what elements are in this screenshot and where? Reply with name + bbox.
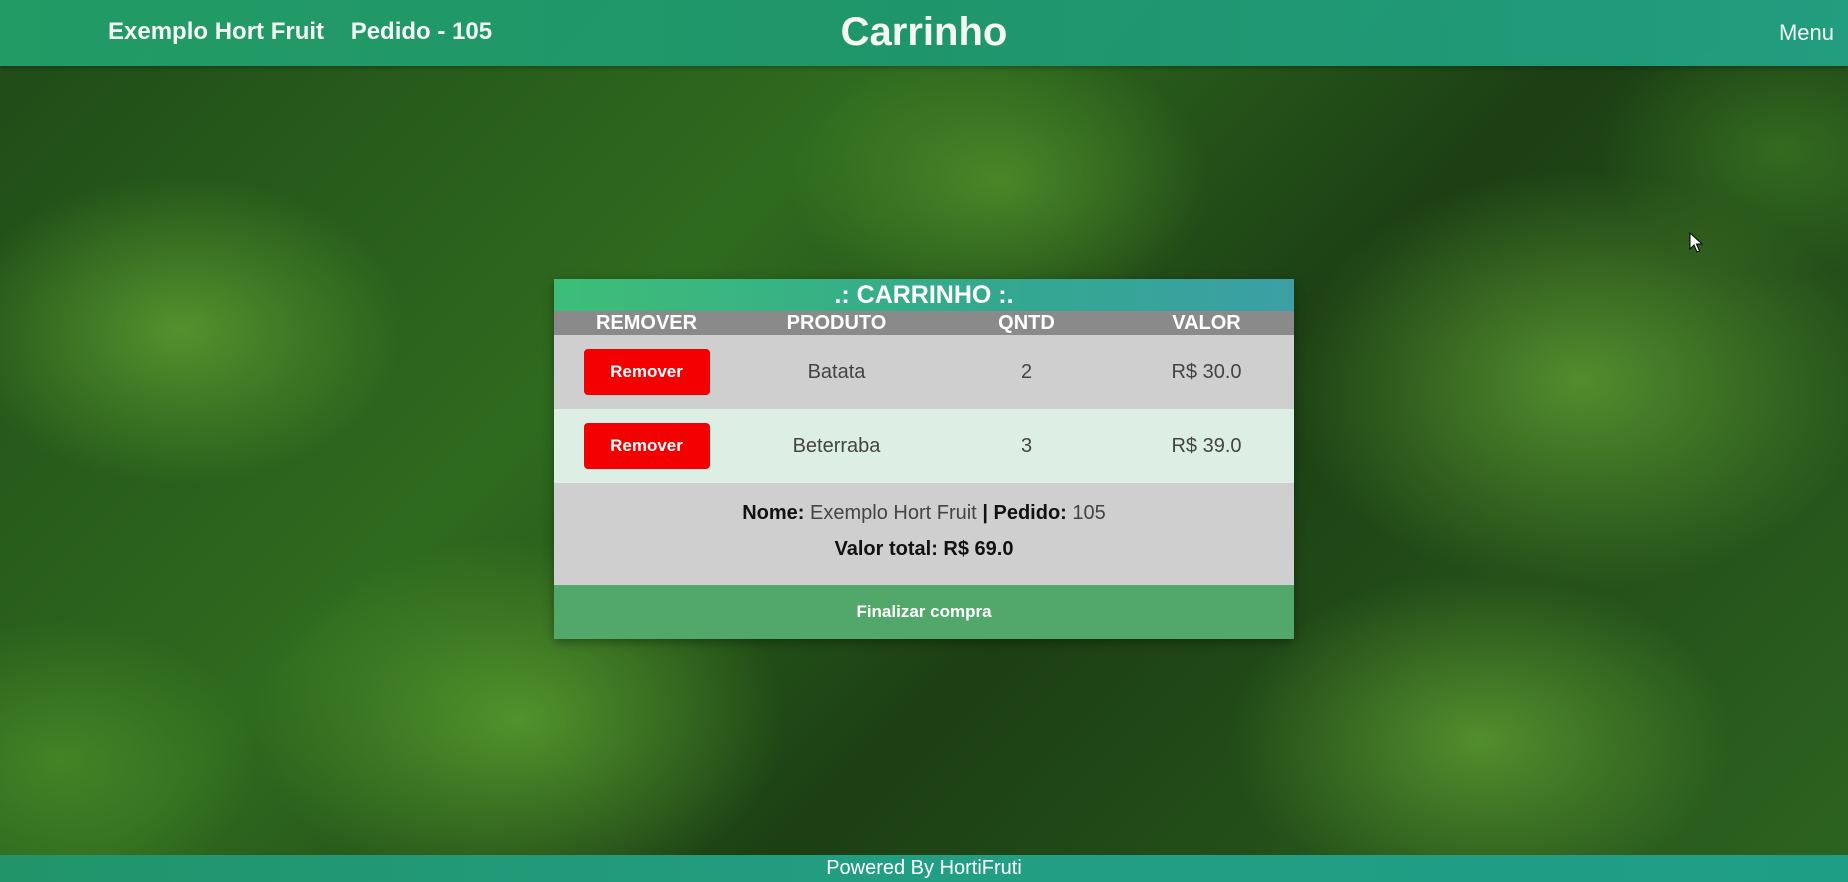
column-header-product: PRODUTO [786, 312, 887, 334]
order-label: Pedido: [993, 502, 1067, 524]
name-value: Exemplo Hort Fruit [810, 502, 977, 524]
summary-total-line: Valor total: R$ 69.0 [554, 529, 1294, 563]
column-header-value: VALOR [1172, 312, 1241, 334]
total-value: R$ 69.0 [943, 538, 1014, 560]
footer: Powered By HortiFruti [0, 855, 1848, 882]
finalize-purchase-button[interactable]: Finalizar compra [554, 585, 1294, 639]
product-name: Batata [807, 360, 866, 383]
separator: | [982, 502, 988, 524]
cart-panel: .: CARRINHO :. REMOVER PRODUTO QNTD VALO… [554, 279, 1294, 639]
menu-link[interactable]: Menu [1779, 20, 1834, 46]
order-value: 105 [1072, 502, 1106, 524]
remove-button[interactable]: Remover [583, 423, 710, 469]
table-row: Remover Batata 2 R$ 30.0 [554, 335, 1294, 409]
cart-table-header: REMOVER PRODUTO QNTD VALOR [554, 311, 1294, 335]
product-value: R$ 30.0 [1171, 360, 1242, 383]
page-title: Carrinho [840, 10, 1008, 54]
summary-customer-line: Nome: Exemplo Hort Fruit | Pedido: 105 [554, 497, 1294, 529]
name-label: Nome: [742, 502, 805, 524]
product-quantity: 2 [1020, 360, 1033, 383]
cart-summary: Nome: Exemplo Hort Fruit | Pedido: 105 V… [554, 483, 1294, 585]
column-header-quantity: QNTD [998, 312, 1055, 334]
page-background: Exemplo Hort Fruit Pedido - 105 Carrinho… [0, 0, 1848, 882]
product-quantity: 3 [1020, 434, 1033, 457]
mouse-pointer-icon [1689, 232, 1703, 253]
product-value: R$ 39.0 [1171, 434, 1242, 457]
product-name: Beterraba [792, 434, 881, 457]
column-header-remove: REMOVER [595, 312, 698, 334]
table-row: Remover Beterraba 3 R$ 39.0 [554, 409, 1294, 483]
remove-button[interactable]: Remover [583, 349, 710, 395]
total-label: Valor total: [834, 538, 938, 560]
cart-title: .: CARRINHO :. [554, 279, 1294, 311]
top-navbar: Exemplo Hort Fruit Pedido - 105 Carrinho… [0, 0, 1848, 66]
